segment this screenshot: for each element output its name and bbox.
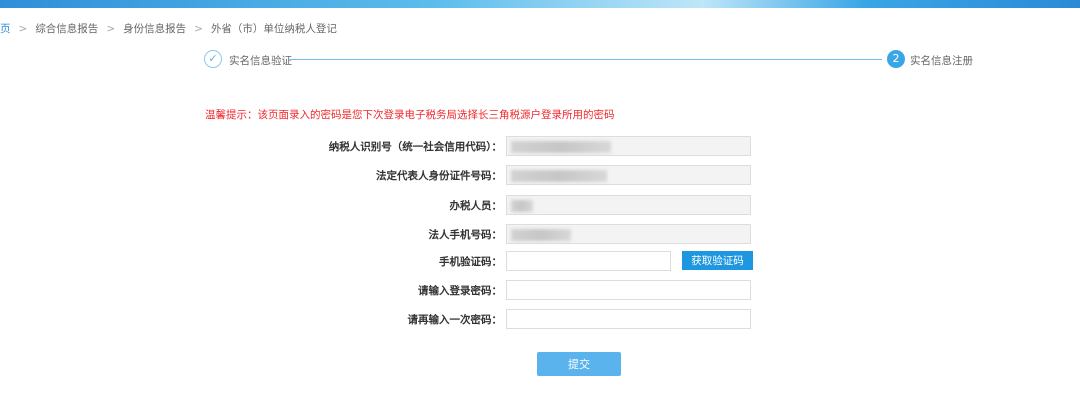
header-banner <box>0 0 1080 8</box>
taxpayer-id-field <box>506 136 751 156</box>
breadcrumb-item[interactable]: 综合信息报告 <box>35 23 98 35</box>
password-confirm-label: 请再输入一次密码： <box>407 314 503 326</box>
check-icon: ✓ <box>204 50 222 68</box>
submit-button[interactable]: 提交 <box>537 352 621 376</box>
password-row: 请输入登录密码： <box>300 280 760 300</box>
legal-phone-field <box>506 224 751 244</box>
step-2-label: 实名信息注册 <box>910 55 973 67</box>
step-1-label: 实名信息验证 <box>229 55 292 67</box>
legal-id-row: 法定代表人身份证件号码： <box>300 165 760 185</box>
handler-row: 办税人员： <box>300 195 760 215</box>
step-2-number: 2 <box>887 50 905 68</box>
handler-label: 办税人员： <box>449 200 503 212</box>
taxpayer-id-row: 纳税人识别号（统一社会信用代码）： <box>300 136 760 156</box>
password-confirm-row: 请再输入一次密码： <box>300 309 760 329</box>
legal-id-label: 法定代表人身份证件号码： <box>376 170 502 182</box>
sms-code-row: 手机验证码： 获取验证码 <box>300 251 760 271</box>
step-connector <box>290 59 882 60</box>
breadcrumb-current: 外省（市）单位纳税人登记 <box>210 23 337 35</box>
breadcrumb-item[interactable]: 身份信息报告 <box>123 23 186 35</box>
taxpayer-id-label: 纳税人识别号（统一社会信用代码）： <box>328 141 502 153</box>
handler-field <box>506 195 751 215</box>
breadcrumb-home[interactable]: 页 <box>0 23 11 35</box>
legal-phone-label: 法人手机号码： <box>428 229 503 241</box>
get-code-button[interactable]: 获取验证码 <box>682 251 753 270</box>
password-confirm-input[interactable] <box>506 309 751 329</box>
breadcrumb-separator: > <box>106 23 116 35</box>
password-label: 请输入登录密码： <box>418 285 502 297</box>
sms-code-input[interactable] <box>506 251 671 271</box>
legal-id-field <box>506 165 751 185</box>
sms-code-label: 手机验证码： <box>439 256 502 268</box>
password-input[interactable] <box>506 280 751 300</box>
warning-tip: 温馨提示：该页面录入的密码是您下次登录电子税务局选择长三角税源户登录所用的密码 <box>205 109 615 121</box>
breadcrumb-separator: > <box>18 23 28 35</box>
breadcrumb-separator: > <box>194 23 203 35</box>
legal-phone-row: 法人手机号码： <box>300 224 760 244</box>
breadcrumb: 页 > 综合信息报告 > 身份信息报告 > 外省（市）单位纳税人登记 <box>0 21 337 36</box>
